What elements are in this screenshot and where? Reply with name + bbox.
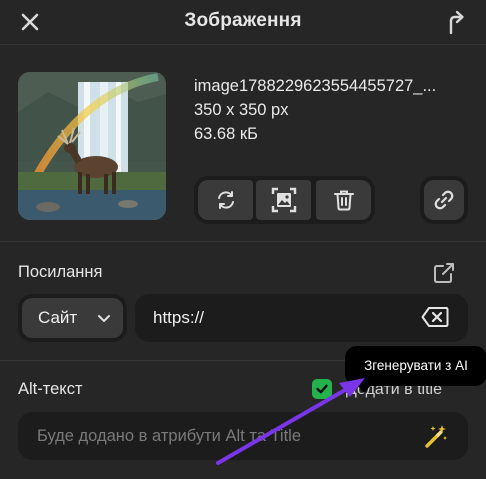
- check-icon: [316, 384, 328, 394]
- replace-button[interactable]: [198, 180, 253, 220]
- generate-ai-button[interactable]: [423, 423, 449, 449]
- magic-wand-icon: [425, 425, 447, 448]
- backspace-icon: [421, 307, 449, 327]
- file-dimensions: 350 x 350 px: [194, 101, 289, 119]
- trash-icon: [333, 190, 354, 211]
- page-title: Зображення: [184, 10, 302, 31]
- copy-link-button[interactable]: [424, 180, 464, 220]
- file-size: 63.68 кБ: [194, 125, 258, 143]
- url-value: https://: [153, 308, 205, 327]
- link-section-label: Посилання: [18, 263, 103, 281]
- chevron-down-icon: [98, 315, 110, 322]
- ai-tooltip-tail: [356, 384, 372, 393]
- share-icon: [449, 10, 464, 35]
- alt-text-input[interactable]: Буде додано в атрибути Alt та Title: [18, 412, 468, 460]
- clear-url-button[interactable]: [421, 306, 449, 328]
- file-name: image1788229623554455727_...: [194, 77, 437, 95]
- header: Зображення: [0, 0, 486, 45]
- link-icon: [434, 190, 454, 210]
- alt-section-label: Alt-текст: [18, 380, 83, 398]
- open-link-button[interactable]: [432, 261, 456, 285]
- alt-text-placeholder: Буде додано в атрибути Alt та Title: [37, 427, 302, 445]
- url-input[interactable]: https://: [135, 294, 468, 342]
- link-type-dropdown[interactable]: Сайт: [22, 298, 123, 338]
- image-actions: [194, 176, 375, 224]
- external-link-icon: [434, 263, 454, 283]
- link-type-value: Сайт: [38, 308, 78, 327]
- delete-button[interactable]: [316, 180, 371, 220]
- link-type-select: Сайт: [18, 294, 127, 342]
- replace-icon: [217, 191, 234, 209]
- copy-link-button-wrap: [420, 176, 468, 224]
- crop-button[interactable]: [256, 180, 311, 220]
- ai-tooltip: Згенерувати з AI: [345, 346, 486, 386]
- share-button[interactable]: [444, 9, 468, 35]
- image-thumbnail: [18, 72, 166, 220]
- divider: [0, 241, 486, 242]
- add-title-checkbox[interactable]: [312, 379, 332, 399]
- crop-icon: [271, 187, 296, 213]
